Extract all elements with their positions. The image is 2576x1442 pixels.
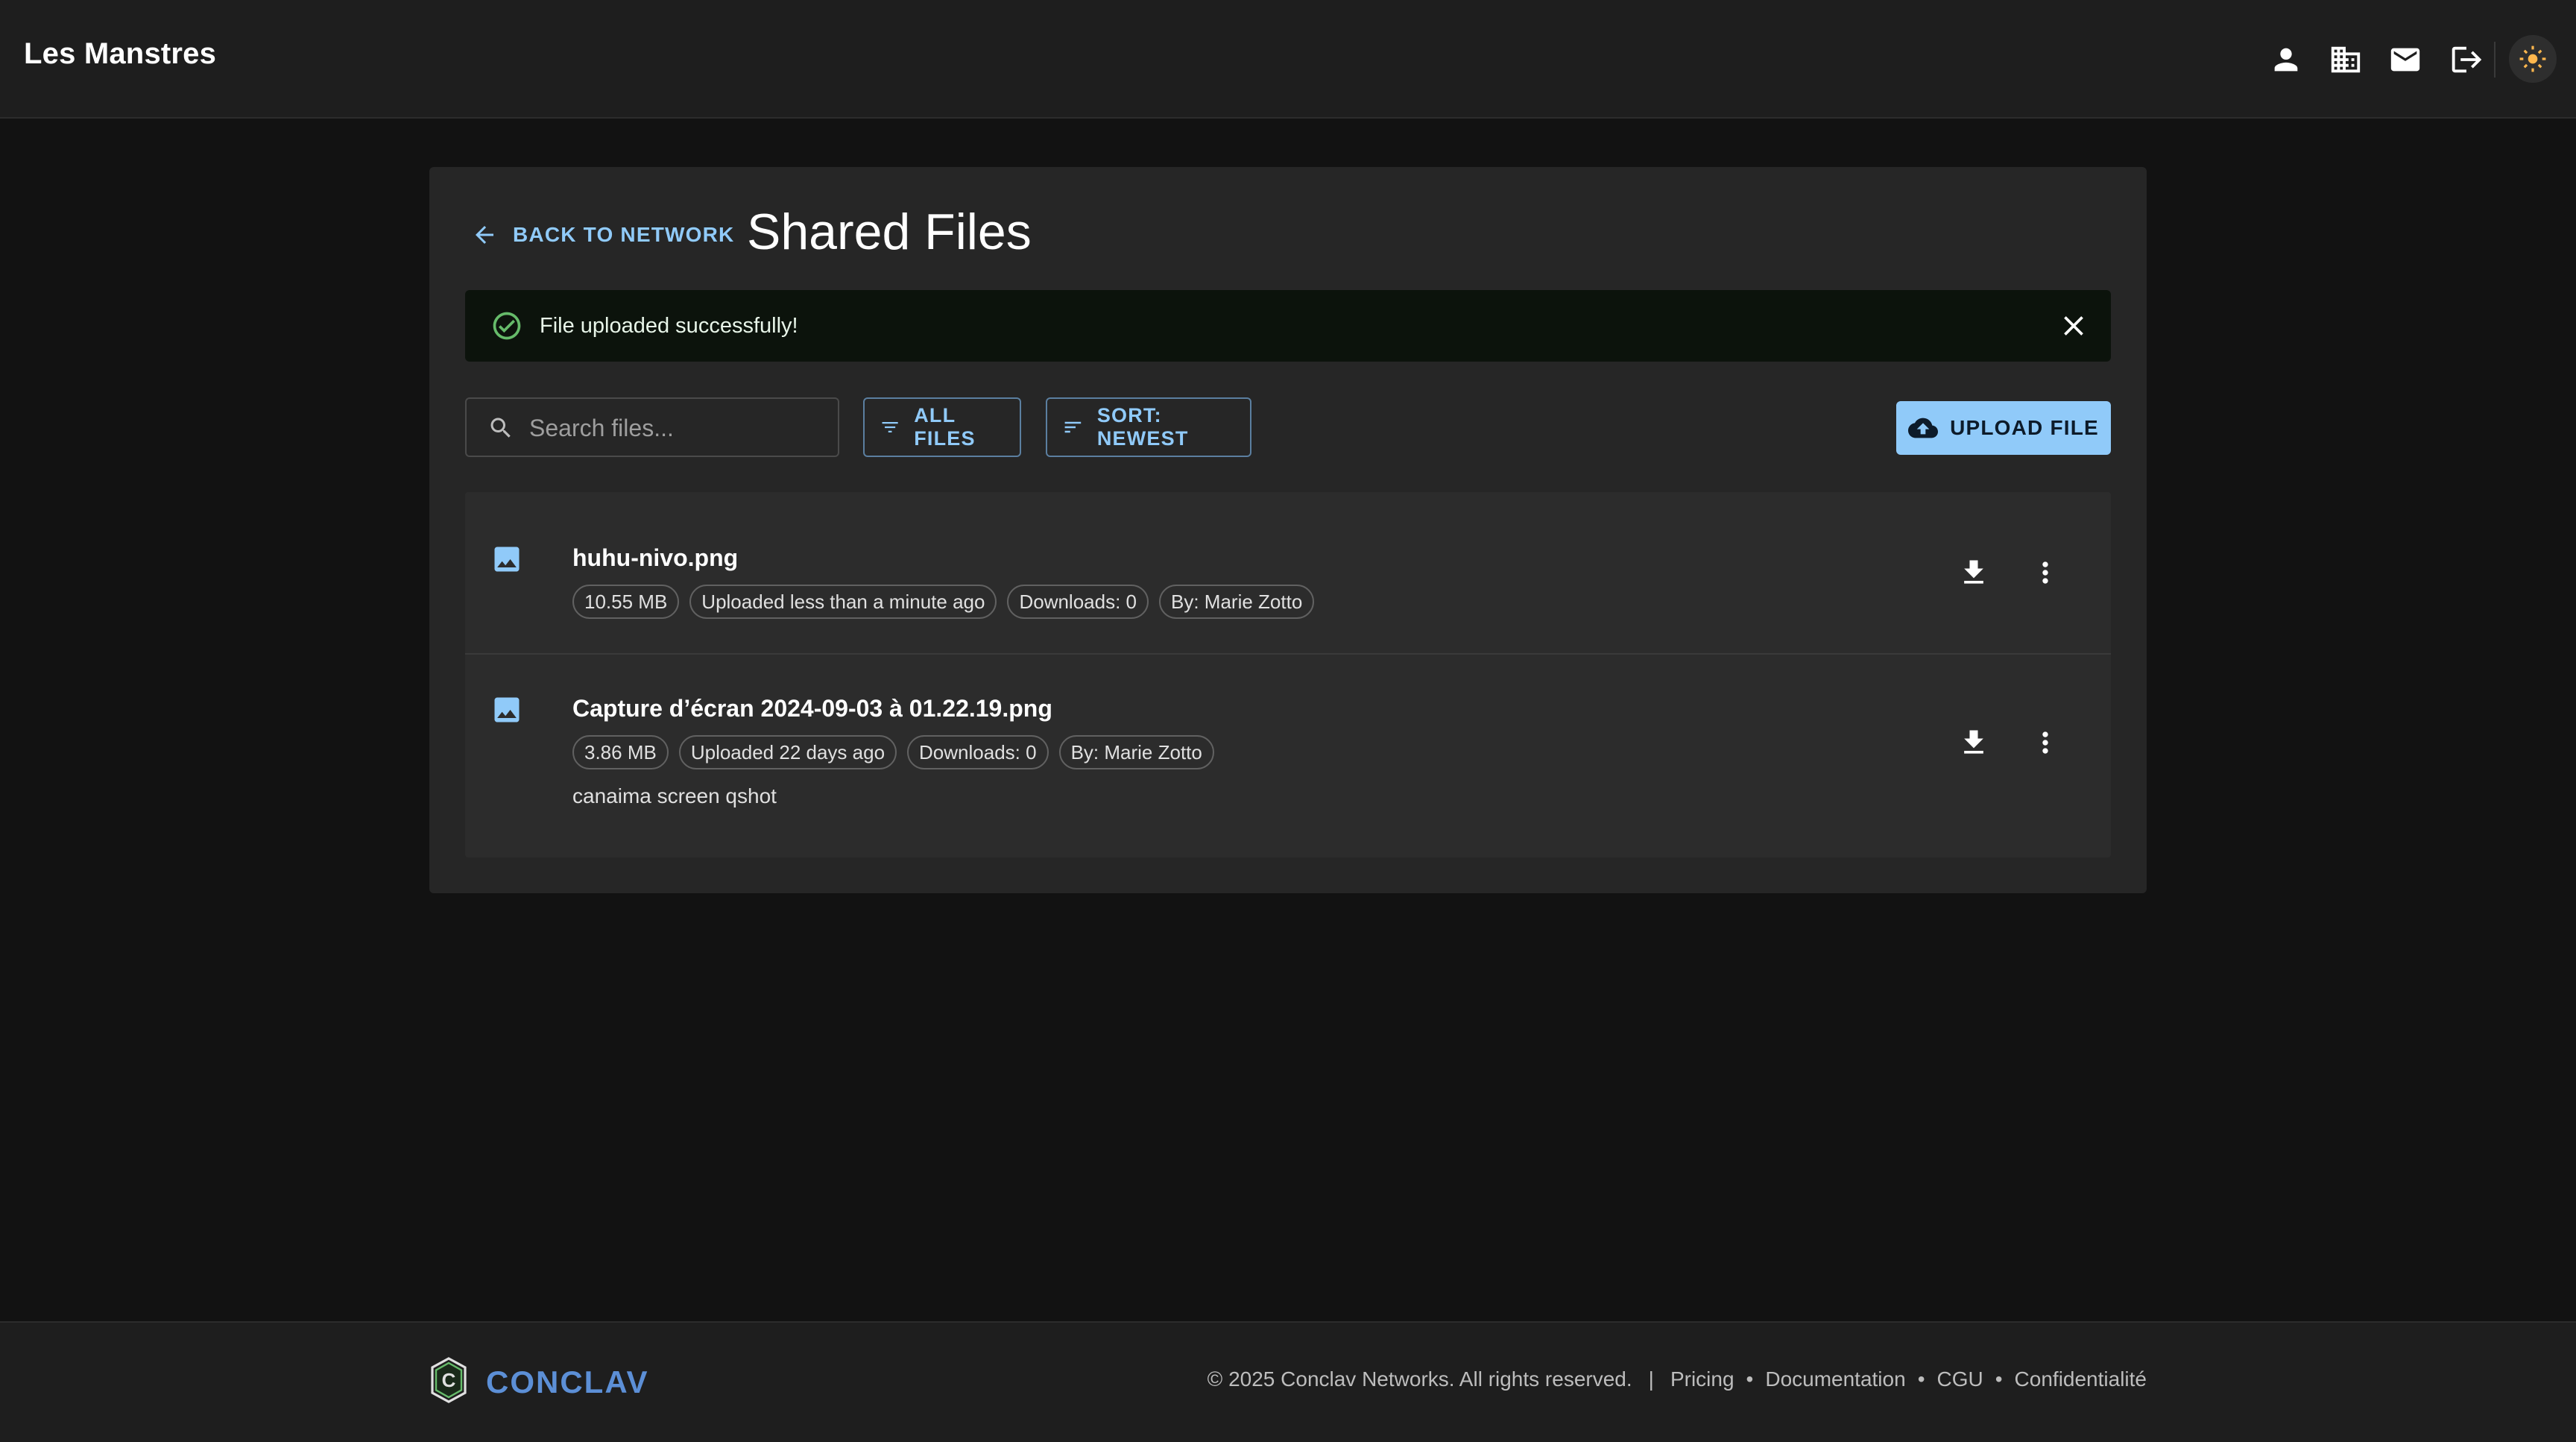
upload-file-button[interactable]: UPLOAD FILE	[1896, 401, 2111, 455]
footer-link-confidentialite[interactable]: Confidentialité	[2015, 1367, 2147, 1391]
footer-dot: •	[1917, 1367, 1925, 1391]
downloads-chip: Downloads: 0	[907, 735, 1049, 769]
cloud-upload-icon	[1908, 418, 1939, 438]
footer-links: © 2025 Conclav Networks. All rights rese…	[1208, 1367, 2147, 1391]
check-circle-icon	[490, 309, 523, 342]
footer-link-cgu[interactable]: CGU	[1937, 1367, 1983, 1391]
uploaded-chip: Uploaded 22 days ago	[678, 735, 897, 769]
theme-toggle-button[interactable]	[2509, 35, 2557, 83]
file-row[interactable]: huhu-nivo.png 10.55 MB Uploaded less tha…	[465, 492, 2111, 655]
logout-icon[interactable]	[2446, 41, 2484, 78]
file-description: canaima screen qshot	[572, 784, 777, 807]
search-icon	[490, 418, 511, 438]
download-icon	[1964, 730, 1983, 754]
filter-button[interactable]: ALL FILES	[863, 397, 1021, 457]
image-file-icon	[490, 543, 523, 576]
file-row[interactable]: Capture d’écran 2024-09-03 à 01.22.19.pn…	[465, 655, 2111, 857]
file-size-chip: 3.86 MB	[572, 735, 669, 769]
page-title: Shared Files	[747, 204, 1032, 260]
footer-link-documentation[interactable]: Documentation	[1765, 1367, 1905, 1391]
conclav-logo-icon: C	[429, 1357, 468, 1403]
file-meta-chips: 10.55 MB Uploaded less than a minute ago…	[572, 585, 1325, 619]
footer-dot: •	[1746, 1367, 1754, 1391]
alert-message: File uploaded successfully!	[540, 314, 798, 338]
search-field	[465, 397, 839, 457]
uploader-chip: By: Marie Zotto	[1058, 735, 1214, 769]
header-divider	[2494, 42, 2496, 78]
more-options-button[interactable]	[2026, 723, 2065, 762]
close-icon	[2064, 316, 2083, 336]
arrow-left-icon	[476, 226, 493, 244]
app-bar: Les Manstres	[0, 0, 2576, 119]
upload-label: UPLOAD FILE	[1950, 416, 2099, 439]
file-size-chip: 10.55 MB	[572, 585, 680, 619]
download-button[interactable]	[1954, 553, 1993, 592]
uploaded-chip: Uploaded less than a minute ago	[689, 585, 997, 619]
more-vert-icon	[2042, 731, 2048, 754]
sort-icon	[1064, 421, 1082, 433]
filter-label: ALL FILES	[914, 404, 976, 450]
downloads-chip: Downloads: 0	[1007, 585, 1149, 619]
building-icon[interactable]	[2327, 41, 2364, 78]
close-alert-button[interactable]	[2057, 309, 2090, 342]
filter-icon	[882, 421, 898, 433]
profile-icon[interactable]	[2267, 41, 2305, 78]
more-vert-icon	[2042, 561, 2048, 584]
footer-dot: •	[1995, 1367, 2003, 1391]
success-alert: File uploaded successfully!	[465, 290, 2111, 362]
footer-logo-text[interactable]: CONCLAV	[486, 1364, 649, 1400]
sun-icon	[2519, 45, 2546, 72]
footer-separator: |	[1648, 1367, 1654, 1391]
sort-button[interactable]: SORT: NEWEST	[1046, 397, 1251, 457]
uploader-chip: By: Marie Zotto	[1159, 585, 1315, 619]
back-to-network-button[interactable]: BACK TO NETWORK	[471, 216, 734, 254]
more-options-button[interactable]	[2026, 553, 2065, 592]
file-name[interactable]: Capture d’écran 2024-09-03 à 01.22.19.pn…	[572, 695, 1052, 722]
copyright-text: © 2025 Conclav Networks. All rights rese…	[1207, 1367, 1632, 1391]
sort-label: SORT: NEWEST	[1096, 404, 1189, 450]
search-input[interactable]	[528, 409, 829, 447]
footer-link-pricing[interactable]: Pricing	[1670, 1367, 1734, 1391]
back-label: BACK TO NETWORK	[513, 223, 735, 246]
file-name[interactable]: huhu-nivo.png	[572, 544, 738, 572]
mail-icon[interactable]	[2387, 41, 2424, 78]
image-file-icon	[490, 693, 523, 726]
footer: C CONCLAV © 2025 Conclav Networks. All r…	[0, 1321, 2576, 1442]
download-button[interactable]	[1954, 723, 1993, 762]
svg-text:C: C	[442, 1369, 456, 1391]
download-icon	[1964, 560, 1983, 584]
file-meta-chips: 3.86 MB Uploaded 22 days ago Downloads: …	[572, 735, 1225, 769]
brand-title[interactable]: Les Manstres	[24, 37, 216, 71]
file-list: huhu-nivo.png 10.55 MB Uploaded less tha…	[465, 492, 2111, 857]
